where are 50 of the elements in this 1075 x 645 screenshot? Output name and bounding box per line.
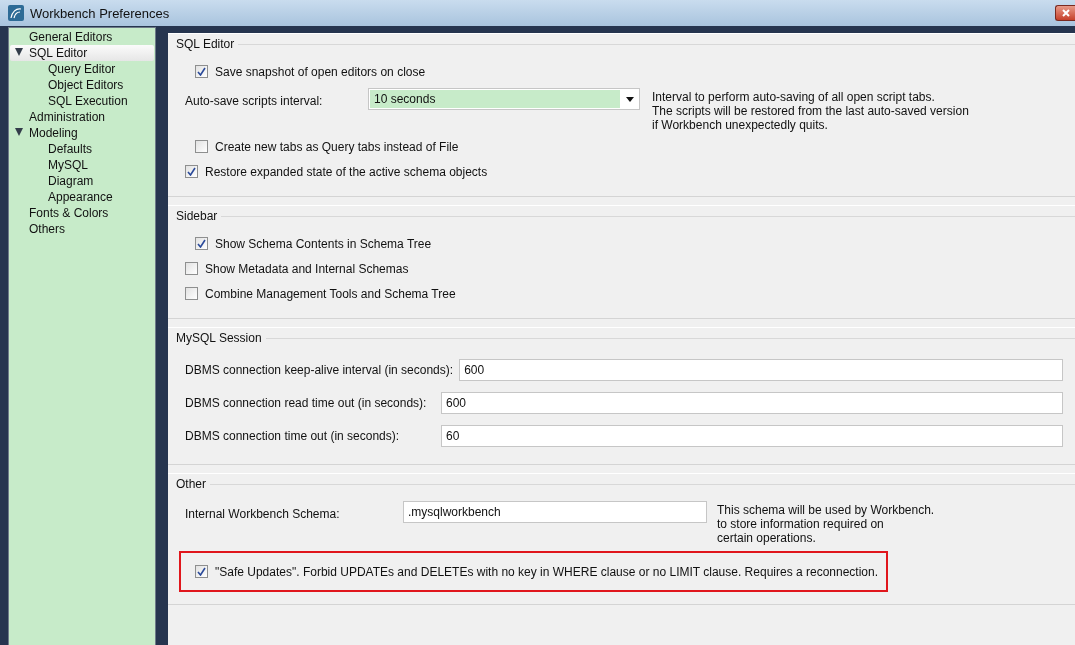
- checkbox-label: Create new tabs as Query tabs instead of File: [215, 139, 459, 154]
- field-label: Auto-save scripts interval:: [185, 93, 324, 108]
- sidebar-item[interactable]: MySQL: [10, 157, 154, 173]
- sidebar-item[interactable]: Query Editor: [10, 61, 154, 77]
- sidebar-item[interactable]: Defaults: [10, 141, 154, 157]
- sidebar-item[interactable]: SQL Editor: [10, 45, 154, 61]
- sidebar-item[interactable]: Appearance: [10, 189, 154, 205]
- expand-arrow-icon[interactable]: [15, 128, 23, 136]
- field-label: DBMS connection keep-alive interval (in seconds):: [185, 362, 455, 377]
- checkbox-label: Restore expanded state of the active schema objects: [205, 164, 488, 179]
- checkbox-label: Save snapshot of open editors on close: [215, 64, 426, 79]
- window-title: Workbench Preferences: [30, 5, 170, 21]
- section-title: Sidebar: [176, 209, 218, 223]
- sidebar-item[interactable]: Fonts & Colors: [10, 205, 154, 221]
- sidebar-item[interactable]: Diagram: [10, 173, 154, 189]
- checkbox[interactable]: [195, 140, 208, 153]
- input-field[interactable]: 600: [441, 391, 1063, 414]
- checkbox-label: Show Schema Contents in Schema Tree: [215, 236, 432, 251]
- checkbox[interactable]: [195, 565, 208, 578]
- checkbox[interactable]: [185, 165, 198, 178]
- help-text: This schema will be used by Workbench. to store information required on certain operations.: [717, 502, 935, 545]
- input-field[interactable]: 60: [441, 424, 1063, 447]
- field-label: DBMS connection read time out (in seconds):: [185, 395, 428, 410]
- checkbox[interactable]: [195, 65, 208, 78]
- help-text: Interval to perform auto-saving of all open script tabs. The scripts will be restored from the last auto-saved version if Workbench unexpectedly quits.: [652, 89, 969, 132]
- sidebar-item[interactable]: Administration: [10, 109, 154, 125]
- caret-icon: [626, 96, 634, 102]
- sidebar-item[interactable]: SQL Execution: [10, 93, 154, 109]
- sidebar-item[interactable]: Modeling: [10, 125, 154, 141]
- close-icon: [1061, 9, 1070, 17]
- section-title: SQL Editor: [176, 37, 235, 51]
- checkbox[interactable]: [185, 262, 198, 275]
- checkbox-label: Combine Management Tools and Schema Tree: [205, 286, 456, 301]
- section-title: Other: [176, 477, 206, 491]
- sidebar-item[interactable]: General Editors: [10, 29, 154, 45]
- sidebar-item[interactable]: Object Editors: [10, 77, 154, 93]
- interval-dropdown[interactable]: 10 seconds: [368, 88, 640, 110]
- sidebar-item[interactable]: Others: [10, 221, 154, 237]
- field-label: DBMS connection time out (in seconds):: [185, 428, 401, 443]
- field-label: Internal Workbench Schema:: [185, 506, 341, 521]
- expand-arrow-icon[interactable]: [15, 48, 23, 56]
- dolphin-logo-icon: [8, 5, 24, 21]
- input-field[interactable]: .mysqlworkbench: [403, 501, 707, 523]
- checkbox[interactable]: [185, 287, 198, 300]
- close-button[interactable]: [1055, 5, 1075, 21]
- section-title: MySQL Session: [176, 331, 262, 345]
- input-field[interactable]: 600: [459, 358, 1063, 381]
- checkbox-label: Show Metadata and Internal Schemas: [205, 261, 409, 276]
- checkbox-label: "Safe Updates". Forbid UPDATEs and DELETEs with no key in WHERE clause or no LIMIT clause. Requires a reconnection.: [215, 564, 879, 579]
- checkbox[interactable]: [195, 237, 208, 250]
